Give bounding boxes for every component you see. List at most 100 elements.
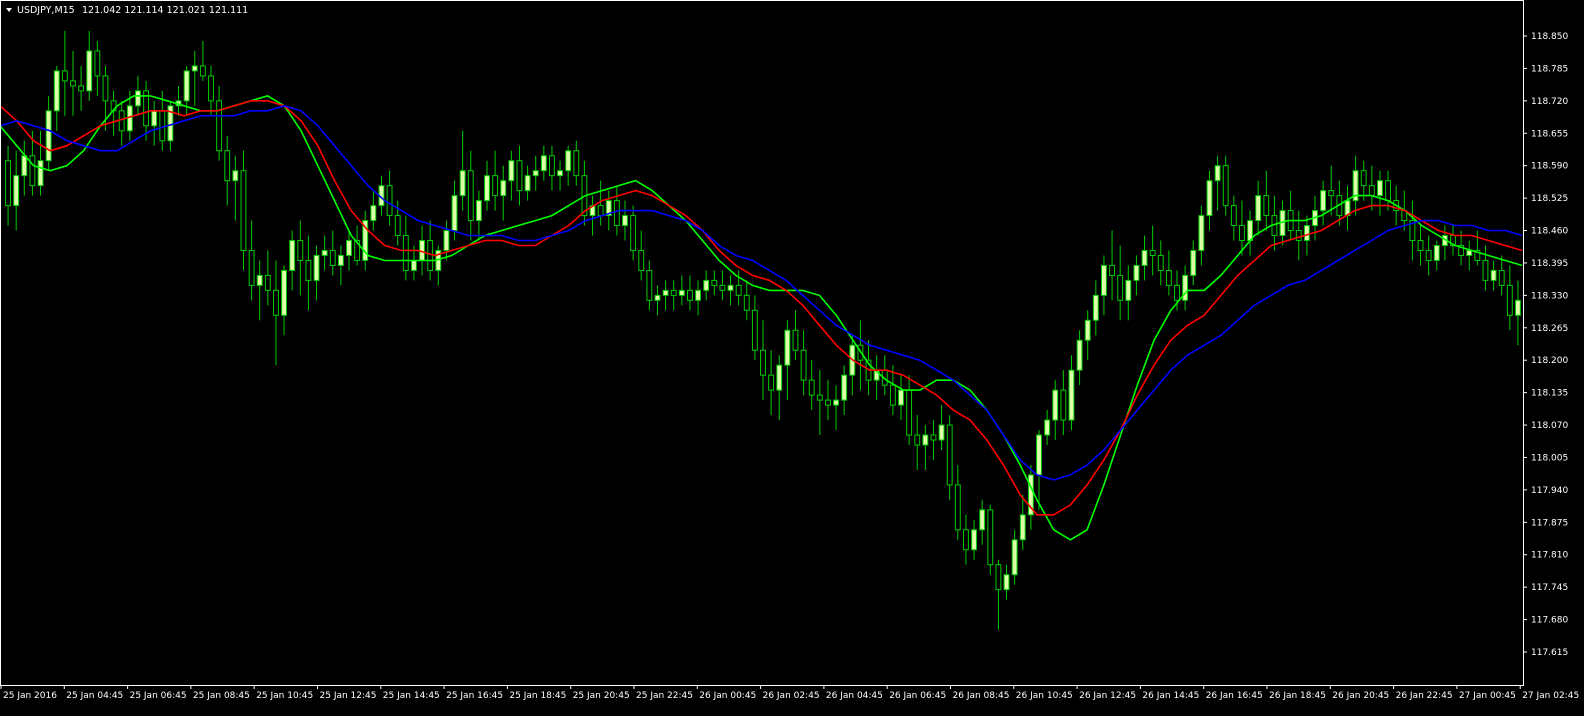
candle-body [524,175,531,192]
candle-body [841,374,848,401]
candle-body [386,185,393,217]
candle-body [297,240,304,261]
chart-header[interactable]: USDJPY,M15 121.042 121.114 121.021 121.1… [6,5,248,16]
candle-body [402,235,409,271]
y-tick-label: 118.265 [1531,324,1568,334]
candle-body [1482,259,1489,281]
candle-body [1092,294,1099,321]
y-tick-label: 118.135 [1531,389,1568,399]
candle-body [451,195,458,232]
candle-body [70,80,76,87]
candle-body [1263,195,1270,217]
candle-body [1239,225,1245,242]
candle-body [321,249,328,256]
candle-body [199,65,206,77]
candle-body [613,200,620,227]
candle-body [411,259,417,271]
candle-body [264,274,271,291]
candle-body [1109,264,1115,276]
y-tick-label: 118.850 [1531,32,1568,42]
y-tick-label: 118.330 [1531,291,1568,301]
candle-body [240,170,247,251]
candle-body [1101,264,1107,296]
candle-body [1052,389,1059,421]
candle-body [1214,165,1221,182]
candle-body [946,424,953,486]
candle-body [898,389,904,406]
candle-body [703,279,710,291]
y-tick-label: 117.680 [1531,616,1568,626]
x-tick-label: 25 Jan 04:45 [66,691,123,701]
x-tick-label: 26 Jan 00:45 [699,691,756,701]
candle-body [516,160,523,192]
candle-body [1506,284,1513,316]
candle-body [979,509,986,531]
x-tick-label: 25 Jan 18:45 [509,691,566,701]
candle-body [1417,240,1424,251]
candle-body [1515,299,1521,316]
candle-body [1174,284,1180,301]
candle-body [687,289,693,301]
candle-body [768,374,775,391]
y-tick-label: 117.745 [1531,583,1568,593]
candle-body [13,175,20,207]
candle-body [573,150,580,177]
candle-body [346,240,352,256]
y-tick-label: 118.655 [1531,129,1568,139]
x-tick-label: 25 Jan 12:45 [320,691,377,701]
candle-body [86,50,93,92]
candle-body [889,384,896,406]
chart-background [0,0,1584,716]
candle-body [654,294,661,301]
candle-body [1328,190,1335,197]
candle-body [102,75,109,102]
candle-body [53,70,60,112]
x-tick-label: 26 Jan 22:45 [1396,691,1453,701]
candle-body [21,155,28,177]
candle-body [289,240,296,271]
y-tick-label: 118.590 [1531,162,1568,172]
price-chart[interactable]: 118.850 118.785 118.720 118.655 118.590 118.5… [0,0,1584,716]
candle-body [1060,389,1067,421]
candle-body [1165,269,1172,286]
candle-body [549,155,555,177]
x-tick-label: 26 Jan 20:45 [1332,691,1389,701]
candle-body [1206,180,1213,217]
x-tick-label: 25 Jan 16:45 [446,691,503,701]
candle-body [1498,269,1505,286]
x-tick-label: 25 Jan 2016 [3,691,57,701]
candle-body [256,274,263,286]
candle-body [1295,230,1302,242]
candle-body [743,294,750,311]
y-tick-label: 118.525 [1531,194,1568,204]
candle-body [29,155,36,187]
candle-body [565,150,572,172]
candle-body [987,509,994,566]
candle-body [1003,574,1010,591]
candle-body [1433,244,1440,261]
candle-body [1084,319,1091,341]
candle-body [1303,225,1310,242]
x-tick-label: 26 Jan 12:45 [1079,691,1136,701]
x-tick-label: 27 Jan 00:45 [1459,691,1516,701]
y-tick-label: 118.005 [1531,453,1568,463]
candle-body [1230,205,1237,227]
candle-body [1385,180,1391,202]
candle-body [808,379,815,396]
candle-body [938,424,945,441]
x-tick-label: 26 Jan 04:45 [826,691,883,701]
x-tick-label: 26 Jan 06:45 [889,691,946,701]
candle-body [329,249,336,266]
x-tick-label: 25 Jan 22:45 [636,691,693,701]
candle-body [467,170,474,222]
y-tick-label: 118.070 [1531,421,1568,431]
candle-body [622,215,628,227]
candle-body [1019,514,1026,541]
candle-body [646,269,653,301]
candle-body [597,205,604,217]
candle-body [532,170,539,177]
candle-body [305,259,312,281]
candle-body [313,254,320,281]
candle-body [475,200,482,222]
candle-body [727,284,734,291]
